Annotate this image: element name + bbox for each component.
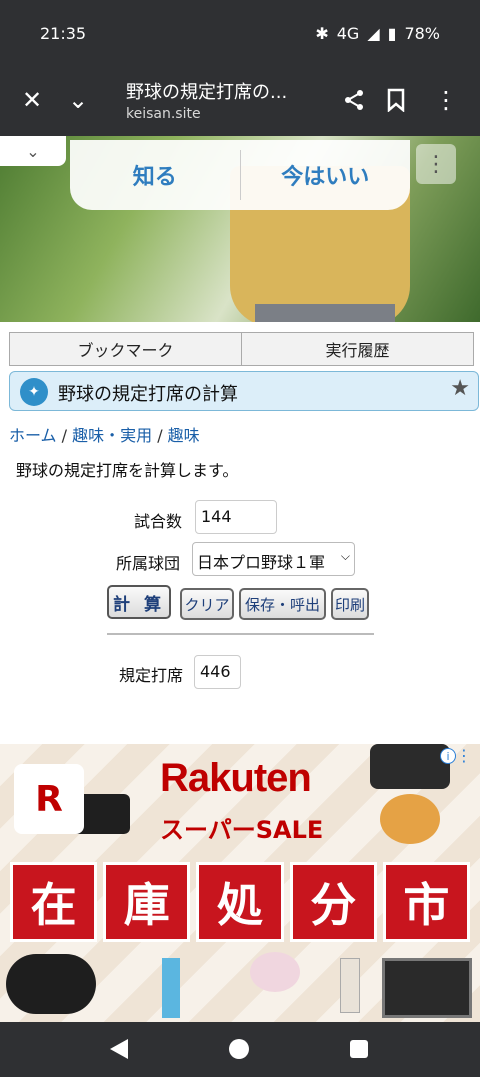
tab-bar: ブックマーク 実行履歴 (9, 332, 474, 366)
page-title: 野球の規定打席の計算 (58, 384, 238, 405)
share-icon[interactable] (336, 82, 372, 118)
network-label: 4G (336, 24, 360, 43)
not-now-button[interactable]: 今はいい (241, 140, 411, 210)
page-title-bar[interactable]: 野球の規定打席の... (126, 78, 287, 104)
know-button[interactable]: 知る (70, 140, 240, 210)
ad-banner-char: 在 (10, 862, 98, 942)
status-time: 21:35 (40, 24, 87, 43)
rakuten-logo: R (14, 764, 84, 834)
result-label: 規定打席 (119, 666, 184, 685)
home-icon[interactable] (229, 1039, 249, 1059)
ad-banner-char: 庫 (103, 862, 191, 942)
breadcrumb-category[interactable]: 趣味・実用 (72, 426, 152, 445)
tab-bookmark[interactable]: ブックマーク (10, 333, 241, 365)
collapse-button[interactable]: ⌄ (0, 136, 66, 166)
ad-banner-char: 分 (289, 862, 377, 942)
ad-banner-row: 在 庫 処 分 市 (10, 862, 471, 942)
ad-banner-char: 市 (382, 862, 471, 942)
divider (107, 633, 374, 635)
clear-button[interactable]: クリア (180, 588, 234, 620)
games-label: 試合数 (134, 512, 183, 531)
laptop-product-image (382, 958, 472, 1018)
advertisement[interactable]: R Rakuten スーパーSALE i ⋮ 在 庫 処 分 市 (0, 744, 480, 1022)
team-select-value: 日本プロ野球１軍 (197, 553, 326, 572)
ad-brand: Rakuten (160, 756, 312, 800)
beauty-device-image (250, 952, 300, 992)
save-load-button[interactable]: 保存・呼出 (239, 588, 326, 620)
star-icon[interactable]: ★ (450, 376, 470, 401)
prompt-dialog: 知る 今はいい (70, 140, 410, 210)
breadcrumb: ホーム / 趣味・実用 / 趣味 (9, 422, 200, 446)
bottle-product-image (162, 958, 180, 1018)
signal-icon: ◢ (367, 24, 380, 43)
recent-apps-icon[interactable] (350, 1040, 368, 1058)
browser-toolbar: ✕ ⌄ 野球の規定打席の... keisan.site ⋮ (0, 66, 480, 136)
breadcrumb-separator: / (56, 426, 73, 445)
breadcrumb-separator: / (152, 426, 168, 445)
ad-info-icon[interactable]: i (440, 748, 456, 764)
bookmark-icon[interactable] (378, 82, 414, 118)
battery-icon: ▮ (387, 24, 397, 43)
more-options-icon[interactable]: ⋮ (428, 82, 464, 118)
dryer-product-image (6, 954, 96, 1014)
tab-history[interactable]: 実行履歴 (241, 333, 473, 365)
page-description: 野球の規定打席を計算します。 (16, 461, 239, 480)
navigation-bar (0, 1022, 480, 1077)
bread-product-image (380, 794, 440, 844)
ad-subtitle: スーパーSALE (160, 816, 324, 844)
back-icon[interactable] (110, 1039, 128, 1059)
status-indicators: ✱ 4G ◢ ▮ 78% (315, 24, 440, 43)
ad-banner-char: 処 (196, 862, 284, 942)
ad-menu-icon[interactable]: ⋮ (456, 746, 472, 765)
status-bar: 21:35 ✱ 4G ◢ ▮ 78% (0, 0, 480, 66)
telescope-icon: ✦ (20, 378, 48, 406)
games-input[interactable]: 144 (195, 500, 277, 534)
chevron-down-icon: ⌵ (340, 549, 350, 563)
breadcrumb-sub[interactable]: 趣味 (168, 426, 200, 445)
result-output[interactable]: 446 (194, 655, 241, 689)
bluetooth-icon: ✱ (315, 24, 329, 43)
chevron-down-icon[interactable]: ⌄ (60, 82, 96, 118)
earbuds-product-image (370, 744, 450, 789)
battery-label: 78% (404, 24, 440, 43)
print-button[interactable]: 印刷 (331, 588, 369, 620)
team-select[interactable]: 日本プロ野球１軍 ⌵ (192, 542, 355, 576)
calculate-button[interactable]: 計 算 (107, 585, 171, 619)
url-host[interactable]: keisan.site (126, 106, 201, 122)
menu-dots-icon[interactable]: ⋮ (416, 144, 456, 184)
tube-product-image (340, 958, 360, 1013)
page-title-box: ✦ 野球の規定打席の計算 ★ (9, 371, 479, 411)
team-label: 所属球団 (116, 554, 181, 573)
pants-image (255, 304, 395, 322)
close-icon[interactable]: ✕ (14, 82, 50, 118)
breadcrumb-home[interactable]: ホーム (9, 426, 57, 445)
